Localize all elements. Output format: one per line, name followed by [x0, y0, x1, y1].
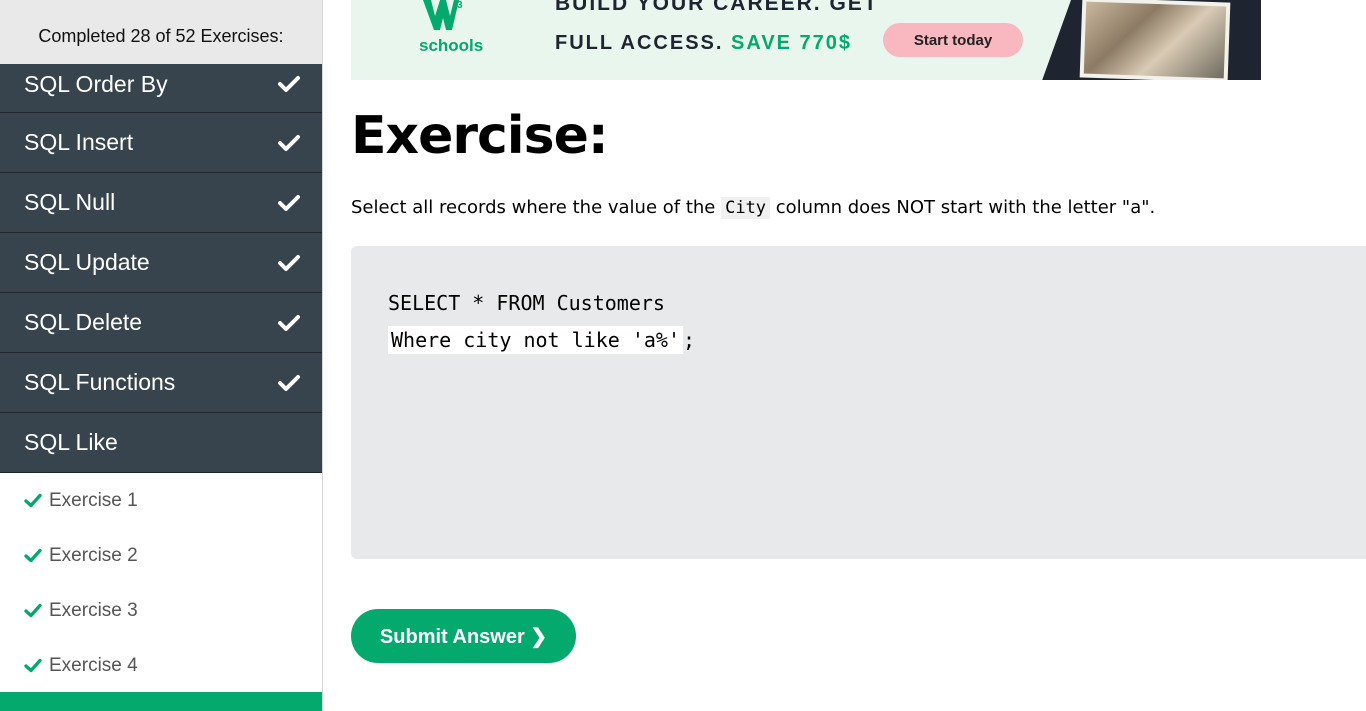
- promo-subline: FULL ACCESS. SAVE 770$: [555, 32, 852, 55]
- checkmark-icon: [278, 75, 300, 93]
- checkmark-icon: [278, 314, 300, 332]
- checkmark-icon: [278, 374, 300, 392]
- instruction-text: Select all records where the value of th…: [351, 197, 722, 218]
- code-line-1: SELECT * FROM Customers: [388, 291, 665, 315]
- checkmark-icon: [278, 134, 300, 152]
- checkmark-icon: [24, 493, 42, 508]
- sidebar-topic-functions[interactable]: SQL Functions: [0, 353, 322, 413]
- exercise-label: Exercise 4: [49, 654, 138, 676]
- topic-label: SQL Null: [24, 189, 116, 215]
- sidebar-exercise-4[interactable]: Exercise 4: [0, 638, 322, 693]
- promo-discount: SAVE 770$: [731, 32, 853, 54]
- sidebar-topic-delete[interactable]: SQL Delete: [0, 293, 322, 353]
- topic-label: SQL Like: [24, 429, 118, 455]
- promo-banner[interactable]: 3 schools BUILD YOUR CAREER. GET FULL AC…: [351, 0, 1261, 80]
- progress-text: Completed 28 of 52 Exercises:: [0, 0, 322, 64]
- sidebar-exercise-3[interactable]: Exercise 3: [0, 583, 322, 638]
- exercise-instruction: Select all records where the value of th…: [351, 197, 1156, 219]
- checkmark-icon: [278, 194, 300, 212]
- page-title: Exercise:: [351, 106, 609, 166]
- sidebar-topic-insert[interactable]: SQL Insert: [0, 113, 322, 173]
- instruction-text-end: column does NOT start with the letter "a…: [770, 197, 1156, 218]
- start-today-button[interactable]: Start today: [883, 23, 1023, 57]
- code-suffix: ;: [682, 328, 696, 352]
- w3schools-logo-icon: 3: [423, 0, 463, 30]
- sidebar-topic-order-by[interactable]: SQL Order By: [0, 64, 322, 113]
- code-editor: SELECT * FROM Customers Where city not l…: [351, 246, 1366, 559]
- promo-headline: BUILD YOUR CAREER. GET: [555, 0, 879, 15]
- topic-label: SQL Delete: [24, 309, 143, 335]
- promo-logo-text: schools: [419, 36, 484, 55]
- submit-answer-button[interactable]: Submit Answer ❯: [351, 609, 576, 663]
- svg-text:3: 3: [457, 0, 463, 11]
- topic-label: SQL Order By: [24, 70, 168, 97]
- exercise-label: Exercise 3: [49, 599, 138, 621]
- sidebar-exercise-1[interactable]: Exercise 1: [0, 473, 322, 528]
- exercise-sidebar: Completed 28 of 52 Exercises: SQL Order …: [0, 0, 323, 711]
- sidebar-topic-null[interactable]: SQL Null: [0, 173, 322, 233]
- topic-label: SQL Update: [24, 249, 150, 275]
- exercise-label: Exercise 2: [49, 544, 138, 566]
- topic-label: SQL Insert: [24, 129, 134, 155]
- sidebar-topic-like[interactable]: SQL Like: [0, 413, 322, 473]
- checkmark-icon: [278, 254, 300, 272]
- promo-subline-prefix: FULL ACCESS.: [555, 32, 724, 54]
- exercise-label: Exercise 1: [49, 489, 138, 511]
- checkmark-icon: [24, 548, 42, 563]
- promo-photo: [1079, 0, 1231, 80]
- checkmark-icon: [24, 603, 42, 618]
- answer-input[interactable]: Where city not like 'a%': [388, 326, 683, 354]
- sidebar-topic-update[interactable]: SQL Update: [0, 233, 322, 293]
- code-line-2: Where city not like 'a%';: [388, 326, 696, 354]
- sidebar-exercise-2[interactable]: Exercise 2: [0, 528, 322, 583]
- topic-label: SQL Functions: [24, 369, 176, 395]
- checkmark-icon: [24, 658, 42, 673]
- instruction-code: City: [721, 197, 771, 219]
- sidebar-active-exercise[interactable]: [0, 692, 322, 711]
